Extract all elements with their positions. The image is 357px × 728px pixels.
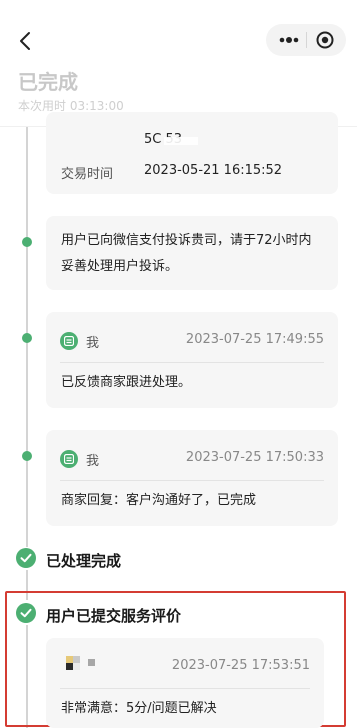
merchant-reply-text: 商家回复：客户沟通好了，已完成 <box>61 493 257 508</box>
mini-program-capsule <box>266 24 346 56</box>
more-button[interactable] <box>276 30 302 50</box>
more-dots-icon <box>279 37 299 43</box>
close-button[interactable] <box>314 30 336 50</box>
back-button[interactable] <box>14 28 40 54</box>
review-text: 非常满意：5分/问题已解决 <box>61 701 217 716</box>
check-circle-icon <box>16 603 36 623</box>
status-processed: 已处理完成 <box>46 552 122 570</box>
message-icon <box>64 336 74 346</box>
capsule-divider <box>306 32 307 48</box>
redaction-blur <box>164 137 198 145</box>
avatar <box>60 450 78 468</box>
complaint-text: 用户已向微信支付投诉贵司，请于72小时内妥善处理用户投诉。 <box>61 233 312 274</box>
target-circle-icon <box>316 31 334 49</box>
trade-time-value: 2023-05-21 16:15:52 <box>144 163 283 178</box>
page-title: 已完成 <box>18 70 78 94</box>
timeline-dot <box>22 333 32 343</box>
timeline-dot <box>22 451 32 461</box>
sender-name: 我 <box>86 336 100 351</box>
card-divider <box>60 362 324 363</box>
card-divider <box>60 688 310 689</box>
review-time: 2023-07-25 17:53:51 <box>171 658 310 673</box>
reply-text: 已反馈商家跟进处理。 <box>61 375 192 390</box>
complaint-card: 用户已向微信支付投诉贵司，请于72小时内妥善处理用户投诉。 <box>46 216 338 290</box>
check-circle-icon <box>16 548 36 568</box>
reply-time: 2023-07-25 17:49:55 <box>185 332 324 347</box>
card-divider <box>60 480 324 481</box>
order-info-card: 5C 53 交易时间 2023-05-21 16:15:52 <box>46 112 338 194</box>
chevron-left-icon <box>20 32 30 50</box>
review-card: 2023-07-25 17:53:51 非常满意：5分/问题已解决 <box>46 638 324 728</box>
timeline-dot <box>22 237 32 247</box>
trade-time-label: 交易时间 <box>61 167 114 182</box>
reply-time: 2023-07-25 17:50:33 <box>185 450 324 465</box>
my-reply-card: 我 2023-07-25 17:49:55 已反馈商家跟进处理。 <box>46 312 338 408</box>
blurred-avatar <box>66 656 95 670</box>
message-icon <box>64 454 74 464</box>
sender-name: 我 <box>86 454 100 469</box>
merchant-reply-card: 我 2023-07-25 17:50:33 商家回复：客户沟通好了，已完成 <box>46 430 338 526</box>
avatar <box>60 332 78 350</box>
status-review-submitted: 用户已提交服务评价 <box>46 607 182 625</box>
